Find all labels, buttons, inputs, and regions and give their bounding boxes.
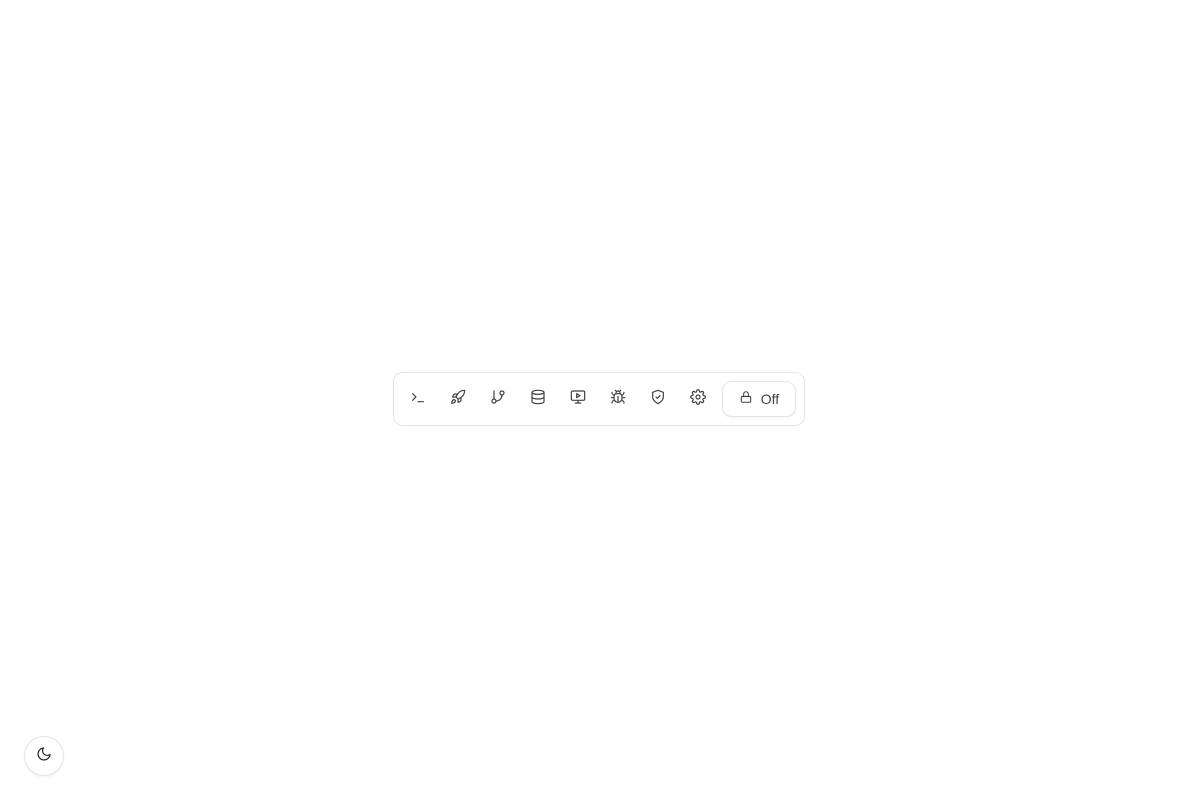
debug-button[interactable] (598, 380, 638, 418)
lock-toggle-button[interactable]: Off (722, 381, 796, 417)
theme-toggle-button[interactable] (24, 736, 64, 776)
lock-state-label: Off (760, 391, 780, 407)
database-button[interactable] (518, 380, 558, 418)
bug-icon (610, 389, 626, 410)
page: Off (0, 0, 1200, 800)
git-branch-icon (490, 389, 506, 410)
monitor-play-icon (570, 389, 586, 410)
toolbar: Off (393, 372, 805, 426)
git-branch-button[interactable] (478, 380, 518, 418)
database-icon (530, 389, 546, 410)
gear-icon (690, 388, 706, 410)
settings-button[interactable] (678, 380, 718, 418)
lock-icon (739, 390, 753, 409)
moon-icon (36, 746, 52, 767)
preview-button[interactable] (558, 380, 598, 418)
terminal-button[interactable] (398, 380, 438, 418)
rocket-icon (450, 389, 466, 410)
deploy-button[interactable] (438, 380, 478, 418)
terminal-icon (410, 389, 426, 410)
security-button[interactable] (638, 380, 678, 418)
shield-check-icon (650, 389, 666, 410)
